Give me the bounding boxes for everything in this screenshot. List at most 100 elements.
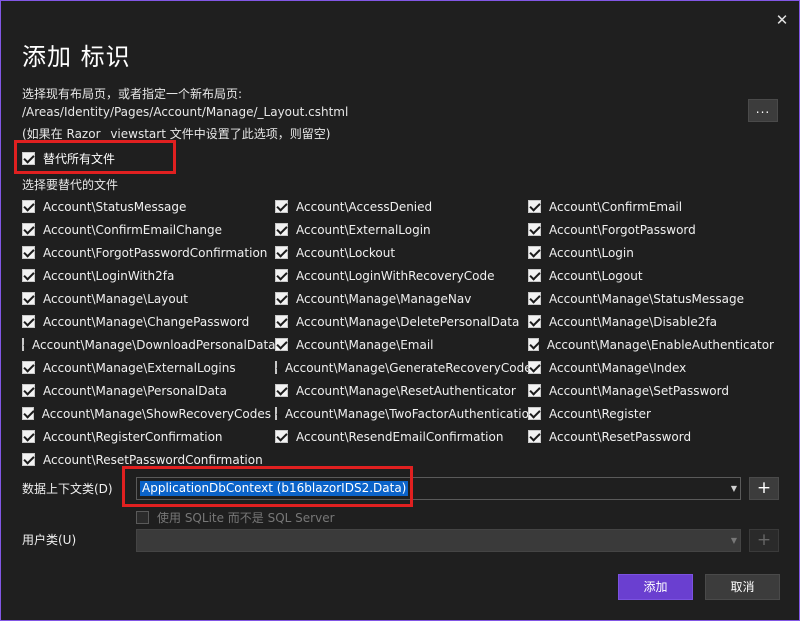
file-checkbox-item[interactable]: Account\ForgotPassword bbox=[528, 218, 778, 241]
file-checkbox[interactable] bbox=[275, 315, 288, 328]
file-checkbox[interactable] bbox=[22, 361, 35, 374]
file-checkbox[interactable] bbox=[528, 338, 539, 351]
browse-layout-button[interactable]: ... bbox=[748, 99, 778, 122]
file-checkbox-item[interactable]: Account\Logout bbox=[528, 264, 778, 287]
file-checkbox[interactable] bbox=[275, 269, 288, 282]
file-checkbox-label: Account\Manage\GenerateRecoveryCodes bbox=[285, 360, 528, 375]
replace-all-checkbox-row[interactable]: 替代所有文件 bbox=[22, 149, 115, 167]
file-checkbox-item[interactable]: Account\Register bbox=[528, 402, 778, 425]
file-checkbox-item[interactable]: Account\Manage\EnableAuthenticator bbox=[528, 333, 778, 356]
file-checkbox-item[interactable]: Account\Manage\Layout bbox=[22, 287, 275, 310]
add-user-class-button[interactable]: + bbox=[749, 529, 779, 552]
file-checkbox[interactable] bbox=[275, 430, 288, 443]
file-checkbox-item[interactable]: Account\ExternalLogin bbox=[275, 218, 528, 241]
file-checkbox[interactable] bbox=[275, 361, 277, 374]
file-checkbox[interactable] bbox=[22, 269, 35, 282]
close-icon[interactable]: ✕ bbox=[771, 9, 793, 31]
file-checkbox[interactable] bbox=[275, 384, 288, 397]
file-checkbox-item[interactable]: Account\Manage\Email bbox=[275, 333, 528, 356]
file-checkbox[interactable] bbox=[528, 200, 541, 213]
file-checkbox[interactable] bbox=[528, 361, 541, 374]
layout-hint: (如果在 Razor _viewstart 文件中设置了此选项，则留空) bbox=[22, 127, 331, 141]
file-checkbox-label: Account\Manage\Disable2fa bbox=[549, 314, 717, 329]
cancel-button[interactable]: 取消 bbox=[705, 574, 780, 600]
file-checkbox[interactable] bbox=[275, 246, 288, 259]
file-checkbox[interactable] bbox=[528, 430, 541, 443]
replace-all-label: 替代所有文件 bbox=[43, 151, 116, 166]
sqlite-option-row: 使用 SQLite 而不是 SQL Server bbox=[136, 509, 335, 526]
file-checkbox-label: Account\ExternalLogin bbox=[296, 222, 431, 237]
file-checkbox-item[interactable]: Account\ResetPasswordConfirmation bbox=[22, 448, 275, 471]
file-checkbox-item[interactable]: Account\RegisterConfirmation bbox=[22, 425, 275, 448]
file-checkbox-item[interactable]: Account\ResetPassword bbox=[528, 425, 778, 448]
file-checkbox-label: Account\Login bbox=[549, 245, 634, 260]
sqlite-checkbox[interactable] bbox=[136, 511, 149, 524]
file-checkbox-item[interactable]: Account\Manage\SetPassword bbox=[528, 379, 778, 402]
file-checkbox-grid: Account\StatusMessage Account\AccessDenie… bbox=[22, 195, 782, 471]
file-checkbox-label: Account\Manage\ExternalLogins bbox=[43, 360, 236, 375]
file-checkbox[interactable] bbox=[528, 315, 541, 328]
file-checkbox-item[interactable]: Account\Manage\GenerateRecoveryCodes bbox=[275, 356, 528, 379]
replace-all-checkbox[interactable] bbox=[22, 151, 35, 165]
file-checkbox[interactable] bbox=[528, 292, 541, 305]
file-checkbox-item[interactable]: Account\Manage\ChangePassword bbox=[22, 310, 275, 333]
file-checkbox-item[interactable]: Account\Lockout bbox=[275, 241, 528, 264]
data-context-label: 数据上下文类(D) bbox=[22, 482, 113, 496]
file-checkbox-item[interactable]: Account\Manage\TwoFactorAuthentication bbox=[275, 402, 528, 425]
file-checkbox-label: Account\Manage\Index bbox=[549, 360, 687, 375]
file-checkbox[interactable] bbox=[275, 407, 277, 420]
file-checkbox-item[interactable]: Account\Login bbox=[528, 241, 778, 264]
user-class-combobox[interactable]: ▼ bbox=[136, 529, 741, 552]
file-checkbox[interactable] bbox=[22, 338, 24, 351]
file-checkbox[interactable] bbox=[528, 407, 541, 420]
file-checkbox[interactable] bbox=[275, 200, 288, 213]
file-checkbox-item[interactable]: Account\ConfirmEmail bbox=[528, 195, 778, 218]
file-checkbox-label: Account\Manage\EnableAuthenticator bbox=[546, 337, 774, 352]
file-checkbox[interactable] bbox=[528, 246, 541, 259]
file-checkbox-item[interactable]: Account\ForgotPasswordConfirmation bbox=[22, 241, 275, 264]
file-checkbox[interactable] bbox=[22, 223, 35, 236]
file-checkbox-label: Account\AccessDenied bbox=[296, 199, 433, 214]
file-checkbox[interactable] bbox=[22, 407, 34, 420]
file-checkbox-item[interactable]: Account\AccessDenied bbox=[275, 195, 528, 218]
file-checkbox[interactable] bbox=[22, 315, 35, 328]
file-checkbox[interactable] bbox=[528, 223, 541, 236]
file-checkbox-label: Account\ForgotPasswordConfirmation bbox=[43, 245, 268, 260]
add-button[interactable]: 添加 bbox=[618, 574, 693, 600]
file-checkbox-item[interactable]: Account\ResendEmailConfirmation bbox=[275, 425, 528, 448]
chevron-down-icon: ▼ bbox=[730, 536, 737, 545]
file-checkbox[interactable] bbox=[275, 223, 288, 236]
file-checkbox-item[interactable]: Account\ConfirmEmailChange bbox=[22, 218, 275, 241]
file-checkbox[interactable] bbox=[22, 246, 35, 259]
add-data-context-button[interactable]: + bbox=[749, 477, 779, 500]
file-checkbox-item[interactable]: Account\LoginWithRecoveryCode bbox=[275, 264, 528, 287]
file-checkbox-label: Account\Lockout bbox=[296, 245, 396, 260]
file-checkbox[interactable] bbox=[22, 453, 35, 466]
file-checkbox-item[interactable]: Account\StatusMessage bbox=[22, 195, 275, 218]
file-checkbox-item[interactable]: Account\Manage\PersonalData bbox=[22, 379, 275, 402]
file-checkbox-item[interactable]: Account\Manage\StatusMessage bbox=[528, 287, 778, 310]
file-checkbox[interactable] bbox=[275, 338, 288, 351]
file-checkbox[interactable] bbox=[22, 430, 35, 443]
file-checkbox[interactable] bbox=[22, 200, 35, 213]
file-checkbox-label: Account\ResetPasswordConfirmation bbox=[43, 452, 263, 467]
file-checkbox[interactable] bbox=[22, 384, 35, 397]
file-checkbox-item[interactable]: Account\LoginWith2fa bbox=[22, 264, 275, 287]
file-checkbox[interactable] bbox=[528, 269, 541, 282]
file-checkbox-item[interactable]: Account\Manage\Index bbox=[528, 356, 778, 379]
file-checkbox-label: Account\Manage\DownloadPersonalData bbox=[32, 337, 275, 352]
file-checkbox-item[interactable]: Account\Manage\ExternalLogins bbox=[22, 356, 275, 379]
file-checkbox-item[interactable]: Account\Manage\DownloadPersonalData bbox=[22, 333, 275, 356]
data-context-combobox[interactable]: ApplicationDbContext (b16blazorIDS2.Data… bbox=[136, 477, 741, 500]
file-checkbox-item[interactable]: Account\Manage\Disable2fa bbox=[528, 310, 778, 333]
sqlite-label: 使用 SQLite 而不是 SQL Server bbox=[157, 511, 335, 525]
file-checkbox-item[interactable]: Account\Manage\DeletePersonalData bbox=[275, 310, 528, 333]
add-identity-dialog: ✕ 添加 标识 选择现有布局页，或者指定一个新布局页: /Areas/Ident… bbox=[0, 0, 800, 621]
file-checkbox[interactable] bbox=[528, 384, 541, 397]
file-checkbox[interactable] bbox=[275, 292, 288, 305]
file-checkbox[interactable] bbox=[22, 292, 35, 305]
file-checkbox-item[interactable]: Account\Manage\ResetAuthenticator bbox=[275, 379, 528, 402]
file-checkbox-item[interactable]: Account\Manage\ManageNav bbox=[275, 287, 528, 310]
file-checkbox-item[interactable]: Account\Manage\ShowRecoveryCodes bbox=[22, 402, 275, 425]
file-checkbox-label: Account\Manage\TwoFactorAuthentication bbox=[285, 406, 528, 421]
